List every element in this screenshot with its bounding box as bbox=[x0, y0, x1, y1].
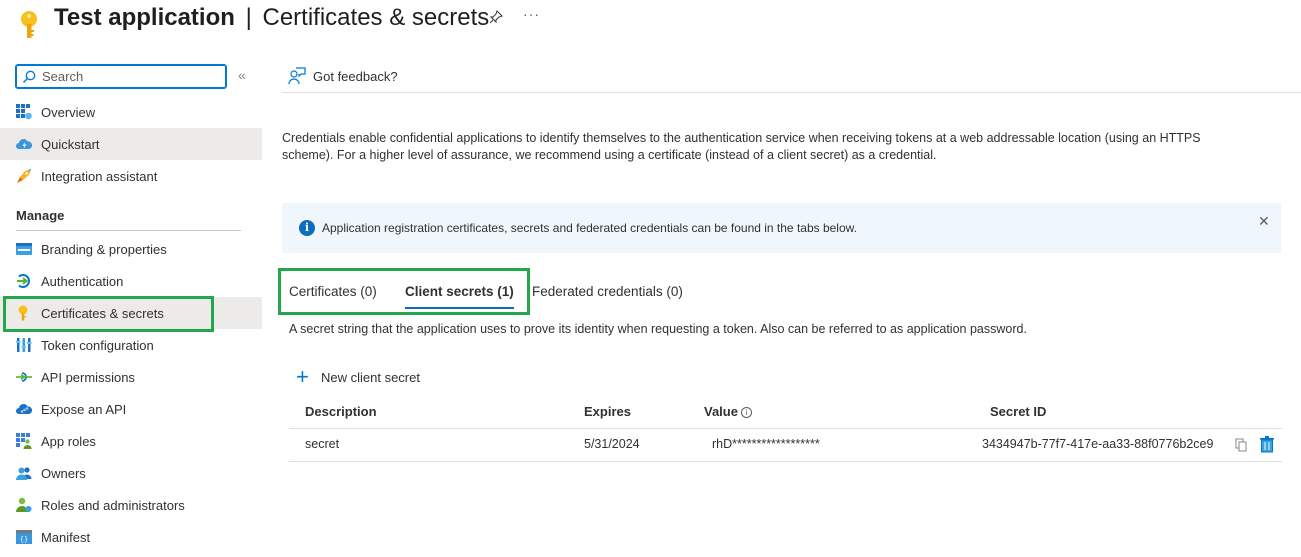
sidebar-item-label: Roles and administrators bbox=[41, 497, 185, 513]
info-icon[interactable]: i bbox=[740, 407, 752, 418]
sidebar-item-label: App roles bbox=[41, 433, 96, 449]
sidebar-item-branding-properties[interactable]: Branding & properties bbox=[0, 233, 262, 265]
pin-icon[interactable] bbox=[488, 9, 504, 25]
sidebar-item-roles-administrators[interactable]: Roles and administrators bbox=[0, 489, 262, 521]
tab-description: A secret string that the application use… bbox=[289, 322, 1027, 336]
sidebar-item-api-permissions[interactable]: API permissions bbox=[0, 361, 262, 393]
table-row: secret 5/31/2024 rhD****************** 3… bbox=[289, 429, 1282, 462]
sidebar-item-label: Certificates & secrets bbox=[41, 305, 164, 321]
quickstart-cloud-icon bbox=[16, 139, 32, 149]
sidebar-item-integration-assistant[interactable]: Integration assistant bbox=[0, 160, 262, 192]
column-header-secret-id: Secret ID bbox=[990, 404, 1047, 419]
sidebar-item-label: Owners bbox=[41, 465, 86, 481]
authentication-icon bbox=[17, 274, 30, 288]
sidebar-item-token-configuration[interactable]: Token configuration bbox=[0, 329, 262, 361]
app-name: Test application bbox=[54, 4, 235, 31]
sidebar-item-overview[interactable]: Overview bbox=[0, 96, 262, 128]
tab-client-secrets[interactable]: Client secrets (1) bbox=[405, 280, 514, 309]
credential-tabs: Certificates (0) Client secrets (1) Fede… bbox=[282, 280, 882, 316]
new-client-secret-button[interactable]: + New client secret bbox=[296, 364, 420, 389]
sidebar-item-certificates-secrets[interactable]: Certificates & secrets bbox=[0, 297, 262, 329]
search-input[interactable] bbox=[42, 69, 212, 84]
overview-icon bbox=[16, 104, 32, 120]
sidebar-item-expose-an-api[interactable]: Expose an API bbox=[0, 393, 262, 425]
info-message-text: Application registration certificates, s… bbox=[322, 221, 857, 235]
sidebar-item-label: Expose an API bbox=[41, 401, 127, 417]
rocket-icon bbox=[17, 169, 31, 183]
tab-federated-credentials[interactable]: Federated credentials (0) bbox=[532, 280, 683, 303]
column-header-value-label: Value bbox=[704, 404, 738, 419]
sidebar-item-owners[interactable]: Owners bbox=[0, 457, 262, 489]
cell-description: secret bbox=[305, 437, 340, 451]
feedback-button[interactable]: Got feedback? bbox=[313, 69, 398, 84]
sidebar-item-label: Authentication bbox=[41, 273, 124, 289]
info-icon: i bbox=[299, 220, 315, 236]
api-permissions-icon bbox=[16, 372, 32, 382]
sidebar-item-quickstart[interactable]: Quickstart bbox=[0, 128, 262, 160]
svg-text:{}: {} bbox=[20, 536, 28, 544]
section-title-manage: Manage bbox=[16, 208, 65, 223]
section-divider bbox=[16, 230, 241, 231]
cell-value: rhD****************** bbox=[712, 437, 820, 451]
owners-icon bbox=[16, 467, 32, 480]
sidebar-item-label: Token configuration bbox=[41, 337, 154, 353]
close-icon[interactable]: ✕ bbox=[1258, 213, 1272, 229]
sidebar-item-label: Manifest bbox=[41, 529, 91, 545]
more-options-button[interactable]: ··· bbox=[523, 6, 540, 22]
branding-icon bbox=[16, 243, 32, 255]
sidebar: « Overview Quickstart Integration assist… bbox=[0, 60, 262, 557]
column-header-description: Description bbox=[305, 404, 377, 419]
tab-certificates[interactable]: Certificates (0) bbox=[289, 280, 377, 303]
new-client-secret-label: New client secret bbox=[321, 369, 420, 385]
sidebar-item-label: Overview bbox=[41, 104, 96, 120]
column-header-expires: Expires bbox=[584, 404, 631, 419]
copy-icon[interactable] bbox=[1235, 438, 1248, 452]
sidebar-item-label: Branding & properties bbox=[41, 241, 167, 257]
feedback-icon[interactable] bbox=[288, 67, 306, 85]
app-roles-icon bbox=[16, 433, 32, 449]
key-icon bbox=[21, 11, 37, 38]
sidebar-item-label: Quickstart bbox=[41, 136, 100, 152]
page-title: Test application | Certificates & secret… bbox=[54, 3, 489, 33]
collapse-sidebar-button[interactable]: « bbox=[238, 67, 246, 83]
table-header: Description Expires Value i Secret ID bbox=[289, 396, 1282, 429]
sidebar-item-app-roles[interactable]: App roles bbox=[0, 425, 262, 457]
cell-secret-id: 3434947b-77f7-417e-aa33-88f0776b2ce9 bbox=[982, 437, 1214, 451]
key-icon bbox=[18, 305, 28, 321]
expose-api-cloud-icon bbox=[16, 404, 32, 414]
delete-icon[interactable] bbox=[1260, 436, 1274, 453]
sidebar-item-authentication[interactable]: Authentication bbox=[0, 265, 262, 297]
title-separator: | bbox=[245, 4, 252, 31]
cell-expires: 5/31/2024 bbox=[584, 437, 640, 451]
sidebar-item-manifest[interactable]: {} Manifest bbox=[0, 521, 262, 553]
roles-admin-icon bbox=[16, 497, 32, 512]
token-config-icon bbox=[16, 338, 32, 352]
main-content: Got feedback? Credentials enable confide… bbox=[282, 60, 1301, 557]
column-header-value: Value i bbox=[704, 404, 752, 419]
sidebar-item-label: Integration assistant bbox=[41, 168, 158, 184]
intro-text: Credentials enable confidential applicat… bbox=[282, 131, 1201, 162]
command-bar: Got feedback? bbox=[282, 60, 1301, 93]
manifest-icon: {} bbox=[16, 530, 32, 544]
client-secrets-table: Description Expires Value i Secret ID sec… bbox=[289, 396, 1282, 462]
plus-icon: + bbox=[296, 364, 309, 389]
info-message-bar: i Application registration certificates,… bbox=[282, 203, 1281, 253]
page-header: Test application | Certificates & secret… bbox=[0, 0, 1301, 50]
sidebar-item-label: API permissions bbox=[41, 369, 135, 385]
search-icon bbox=[23, 70, 36, 83]
page-name: Certificates & secrets bbox=[262, 4, 490, 31]
search-box[interactable] bbox=[15, 64, 227, 89]
